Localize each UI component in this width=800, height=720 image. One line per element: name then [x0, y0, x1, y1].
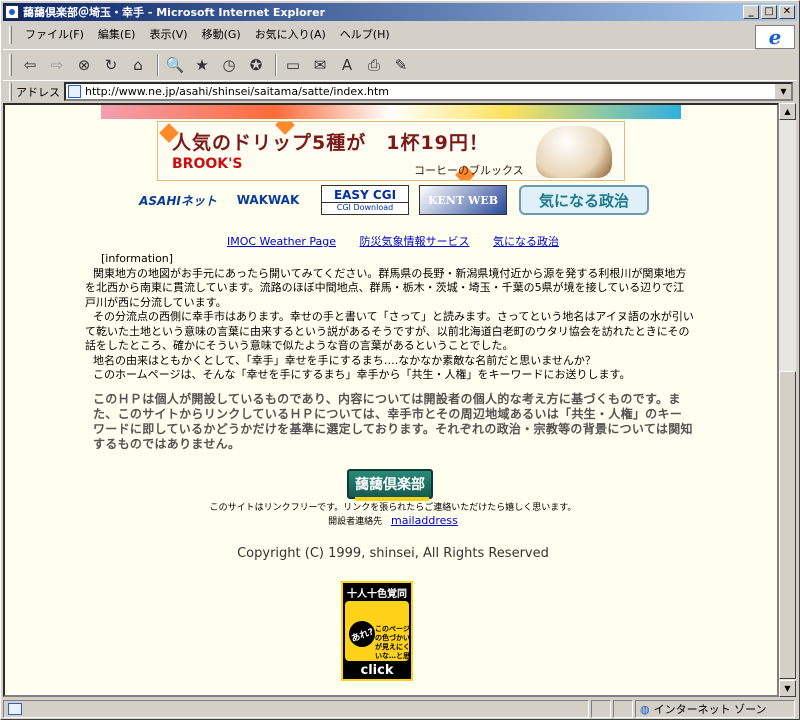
drip-banner-headline: 人気のドリップ5種が 1杯19円！ — [172, 132, 489, 154]
menu-view[interactable]: 表示(V) — [142, 25, 194, 45]
back-icon[interactable]: ⇦ — [18, 53, 42, 77]
ie-logo-icon: e — [755, 25, 795, 49]
refresh-icon[interactable]: ↻ — [99, 53, 123, 77]
scroll-thumb[interactable] — [779, 371, 796, 679]
mail-address-link[interactable]: mailaddress — [391, 514, 458, 527]
menu-favorites[interactable]: お気に入り(A) — [248, 25, 333, 45]
link-bousai-kishou[interactable]: 防災気象情報サービス — [360, 235, 470, 248]
forward-icon[interactable]: ⇨ — [45, 53, 69, 77]
menu-bar: ファイル(F) 編集(E) 表示(V) 移動(G) お気に入り(A) ヘルプ(H… — [3, 24, 753, 46]
top-banner[interactable] — [101, 105, 681, 119]
toolbar: ⇦ ⇨ ⊗ ↻ ⌂ 🔍 ★ ◷ ✪ ▭ ✉ A ⎙ ✎ — [3, 49, 755, 79]
mail-icon[interactable]: ✉ — [308, 53, 332, 77]
status-page-icon — [8, 703, 22, 715]
information-paragraph: このホームページは、そんな「幸せを手にするまち」幸手から「共生・人権」をキーワー… — [93, 368, 631, 381]
ie-page-icon — [5, 5, 19, 19]
kent-web-logo[interactable]: KENT WEB — [419, 185, 507, 215]
drip-banner-subtitle: コーヒーのブルックス — [414, 164, 524, 177]
channels-icon[interactable]: ✪ — [244, 53, 268, 77]
scroll-up-icon[interactable]: ▲ — [779, 103, 796, 120]
status-panel — [591, 700, 611, 718]
page-content: 人気のドリップ5種が 1杯19円！ BROOK'S コーヒーのブルックス ASA… — [3, 103, 779, 697]
nav-links: IMOC Weather Page 防災気象情報サービス 気になる政治 — [5, 233, 777, 249]
information-heading: [information] — [101, 252, 174, 265]
address-label: アドレス — [16, 85, 60, 99]
menubar-grip[interactable] — [9, 26, 12, 44]
information-paragraph: その分流点の西側に幸手市はあります。幸せの手と書いて「さって」と読みます。さって… — [85, 310, 694, 352]
menu-file[interactable]: ファイル(F) — [18, 25, 91, 45]
font-icon[interactable]: A — [335, 53, 359, 77]
menu-help[interactable]: ヘルプ(H) — [333, 25, 397, 45]
information-section: [information] 関東地方の地図がお手元にあったら開いてみてください。… — [85, 252, 695, 383]
easy-cgi-title: EASY CGI — [333, 188, 397, 202]
status-bar: ◍ インターネット ゾーン — [3, 699, 797, 719]
globe-icon: ◍ — [640, 702, 650, 716]
asahi-net-logo[interactable]: ASAHIネット — [133, 185, 223, 215]
browser-window: 藹藹倶楽部＠埼玉・幸手 - Microsoft Internet Explore… — [0, 0, 800, 720]
badge-body: あれ? このページの色づかいが見えにくいな…と思ったら — [345, 601, 410, 669]
drip-banner-brand: BROOK'S — [172, 156, 243, 172]
status-zone-label: インターネット ゾーン — [653, 703, 767, 716]
menu-edit[interactable]: 編集(E) — [91, 25, 143, 45]
close-button[interactable]: ✕ — [779, 5, 795, 19]
contact-line: 開設者連絡先 mailaddress — [5, 514, 777, 527]
vertical-scrollbar[interactable]: ▲ ▼ — [779, 103, 796, 697]
toolbar-separator — [275, 53, 277, 76]
coffee-cup-icon — [536, 126, 612, 178]
disclaimer-text: このＨＰは個人が開設しているものであり、内容については開設者の個人的な考え方に基… — [93, 392, 693, 451]
address-bar: アドレス http://www.ne.jp/asahi/shinsei/sait… — [3, 80, 797, 102]
partner-logos: ASAHIネット WAKWAK EASY CGI CGI Download KE… — [133, 185, 653, 219]
wakwak-logo[interactable]: WAKWAK — [225, 185, 311, 215]
badge-click-label: click — [360, 663, 394, 678]
home-icon[interactable]: ⌂ — [126, 53, 150, 77]
status-panel — [613, 700, 633, 718]
color-accessibility-badge[interactable]: 十人十色覚同盟 あれ? このページの色づかいが見えにくいな…と思ったら clic… — [341, 581, 413, 681]
minimize-button[interactable]: _ — [743, 5, 759, 19]
address-input[interactable]: http://www.ne.jp/asahi/shinsei/saitama/s… — [64, 82, 793, 101]
address-dropdown-icon[interactable]: ▼ — [775, 84, 791, 99]
fullscreen-icon[interactable]: ▭ — [281, 53, 305, 77]
menu-go[interactable]: 移動(G) — [195, 25, 248, 45]
toolbar-separator — [157, 53, 159, 76]
window-title: 藹藹倶楽部＠埼玉・幸手 - Microsoft Internet Explore… — [23, 6, 325, 19]
history-icon[interactable]: ◷ — [217, 53, 241, 77]
contact-label: 開設者連絡先 — [328, 517, 383, 527]
favorites-icon[interactable]: ★ — [190, 53, 214, 77]
addressbar-grip[interactable] — [9, 82, 12, 101]
title-bar: 藹藹倶楽部＠埼玉・幸手 - Microsoft Internet Explore… — [3, 3, 797, 21]
maximize-button[interactable]: □ — [761, 5, 777, 19]
link-kininaru-seiji[interactable]: 気になる政治 — [493, 235, 559, 248]
information-paragraph: 地名の由来はともかくとして、「幸手」幸せを手にするまち….なかなか素敵な名前だと… — [93, 353, 596, 367]
address-url[interactable]: http://www.ne.jp/asahi/shinsei/saitama/s… — [85, 85, 389, 98]
drip-coffee-banner[interactable]: 人気のドリップ5種が 1杯19円！ BROOK'S コーヒーのブルックス — [157, 121, 625, 181]
search-icon[interactable]: 🔍 — [163, 53, 187, 77]
information-paragraph: 関東地方の地図がお手元にあったら開いてみてください。群馬県の長野・新潟県境付近か… — [85, 266, 687, 309]
badge-bubble: あれ? — [345, 617, 379, 651]
link-imoc-weather[interactable]: IMOC Weather Page — [227, 235, 336, 248]
edit-icon[interactable]: ✎ — [389, 53, 413, 77]
copyright-text: Copyright (C) 1999, shinsei, All Rights … — [237, 546, 549, 561]
easy-cgi-subtitle: CGI Download — [322, 202, 408, 212]
club-logo-badge[interactable]: 藹藹倶楽部 — [347, 469, 433, 501]
toolbar-grip[interactable] — [9, 53, 12, 76]
kininaru-seiji-logo[interactable]: 気になる政治 — [519, 185, 649, 215]
stop-icon[interactable]: ⊗ — [72, 53, 96, 77]
page-icon — [68, 85, 81, 98]
status-zone-panel: ◍ インターネット ゾーン — [635, 700, 795, 718]
print-icon[interactable]: ⎙ — [362, 53, 386, 77]
scroll-down-icon[interactable]: ▼ — [779, 680, 796, 697]
status-main-panel — [3, 700, 589, 718]
easy-cgi-logo[interactable]: EASY CGI CGI Download — [321, 185, 409, 215]
